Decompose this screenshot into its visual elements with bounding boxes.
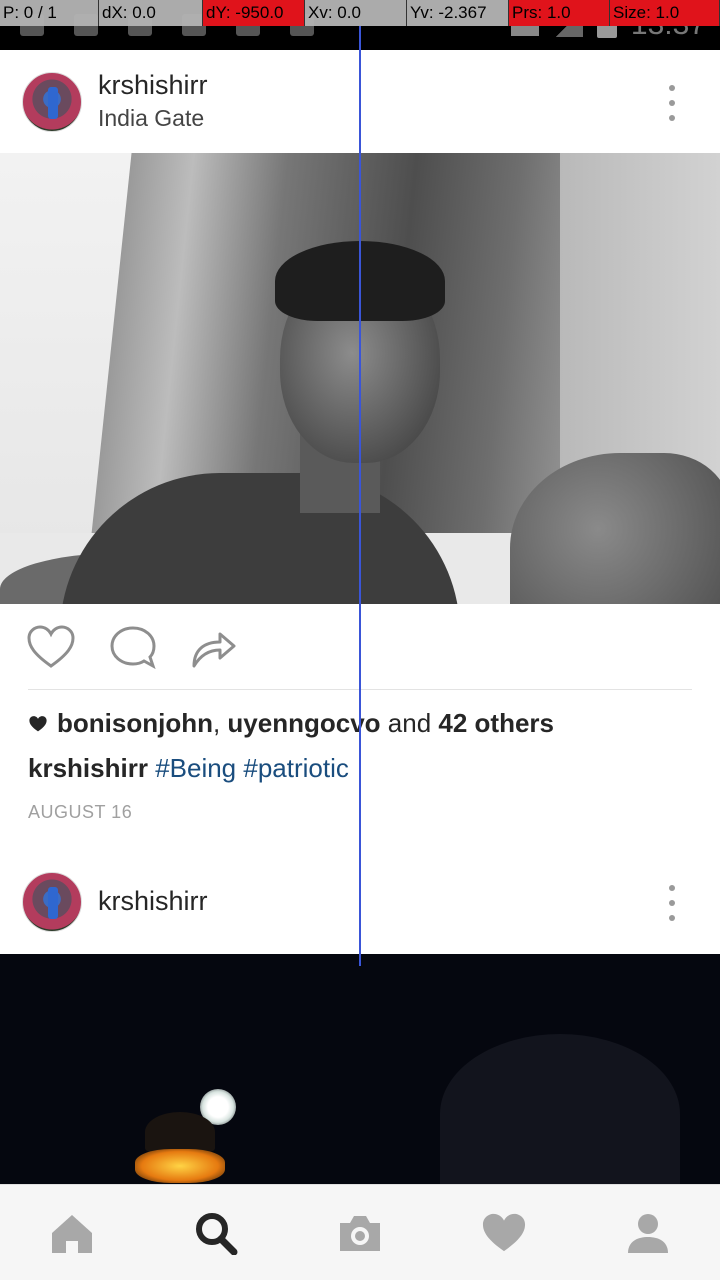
camera-icon[interactable] [336,1211,384,1255]
post-date: AUGUST 16 [28,802,133,822]
debug-dy: dY: -950.0 [203,0,305,26]
likes-separator: , [212,708,228,738]
post-caption: krshishirr #Being #patriotic [28,753,349,784]
debug-size: Size: 1.0 [610,0,720,26]
hashtag[interactable]: #patriotic [243,753,349,783]
debug-pointer-count: P: 0 / 1 [0,0,99,26]
liker-2[interactable]: uyenngocvo [227,708,380,739]
share-icon[interactable] [190,624,240,670]
likes-and: and [380,708,439,738]
likes-line[interactable]: bonisonjohn , uyenngocvo and 42 others [28,708,554,739]
debug-xv: Xv: 0.0 [305,0,407,26]
likes-others[interactable]: 42 others [438,708,554,739]
profile-icon[interactable] [624,1211,672,1255]
comment-icon[interactable] [108,624,158,670]
hashtag[interactable]: #Being [155,753,236,783]
heart-icon[interactable] [480,1211,528,1255]
home-icon[interactable] [48,1211,96,1255]
heart-outline-icon[interactable] [26,624,76,670]
post-photo[interactable] [0,954,720,1184]
avatar[interactable] [22,872,82,932]
pointer-location-overlay: P: 0 / 1 dX: 0.0 dY: -950.0 Xv: 0.0 Yv: … [0,0,720,26]
post-username[interactable]: krshishirr [98,70,208,101]
pointer-trace-line [359,26,361,966]
debug-pressure: Prs: 1.0 [509,0,610,26]
more-options-button[interactable] [662,85,682,121]
debug-dx: dX: 0.0 [99,0,203,26]
caption-username[interactable]: krshishirr [28,753,148,783]
debug-yv: Yv: -2.367 [407,0,509,26]
more-options-button[interactable] [662,885,682,921]
heart-icon [29,715,47,731]
post-username[interactable]: krshishirr [98,886,208,917]
search-icon[interactable] [192,1211,240,1255]
post-location[interactable]: India Gate [98,105,204,132]
bottom-nav [0,1184,720,1280]
avatar[interactable] [22,72,82,132]
liker-1[interactable]: bonisonjohn [57,708,213,739]
